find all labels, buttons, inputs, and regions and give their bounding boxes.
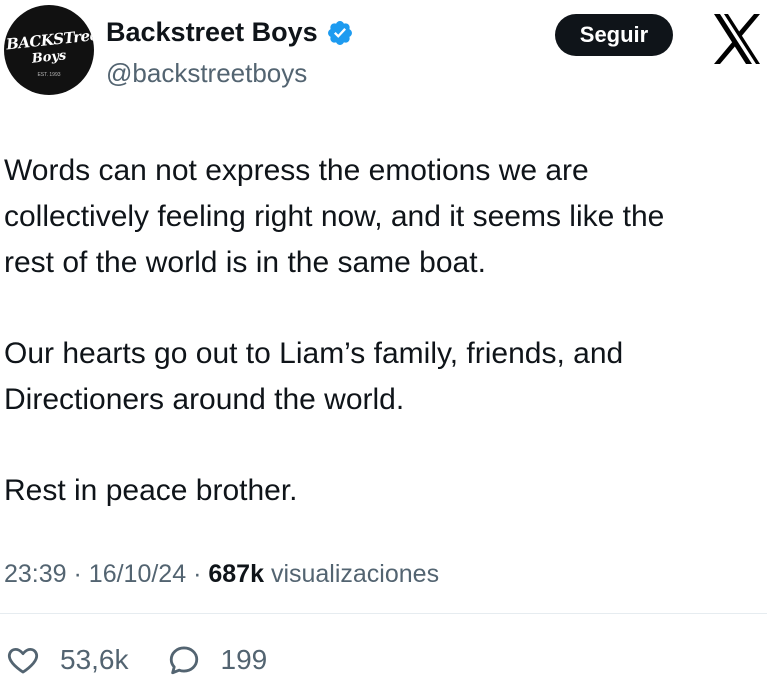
reply-icon [169,646,198,675]
meta-separator: · [193,560,202,588]
tweet-paragraph: Rest in peace brother. [4,474,298,507]
tweet-paragraph: Words can not express the emotions we ar… [4,154,665,279]
views-count: 687k [208,560,264,588]
follow-button[interactable]: Seguir [555,14,673,56]
tweet-actions: 53,6k 199 [6,638,305,682]
tweet-paragraph: Our hearts go out to Liam’s family, frie… [4,337,624,416]
tweet-text: Words can not express the emotions we ar… [4,148,764,559]
user-handle[interactable]: @backstreetboys [106,58,307,89]
tweet-time[interactable]: 23:39 [4,560,67,588]
display-name[interactable]: Backstreet Boys [106,17,354,48]
display-name-text: Backstreet Boys [106,17,318,47]
reply-count: 199 [220,644,268,675]
tweet-meta: 23:39 · 16/10/24 · 687k visualizaciones [4,560,439,589]
reply-button[interactable]: 199 [167,643,268,677]
divider [0,613,767,614]
like-count: 53,6k [60,644,129,675]
views-label: visualizaciones [270,560,440,588]
tweet-date[interactable]: 16/10/24 [89,560,186,588]
avatar[interactable]: BACKSTreet Boys EST. 1993 [4,5,94,95]
verified-badge-icon [327,20,352,45]
like-button[interactable]: 53,6k [6,643,129,677]
avatar-logo-est: EST. 1993 [37,72,61,78]
meta-separator: · [73,560,82,588]
x-logo-icon[interactable] [712,12,762,66]
heart-icon [7,647,39,674]
